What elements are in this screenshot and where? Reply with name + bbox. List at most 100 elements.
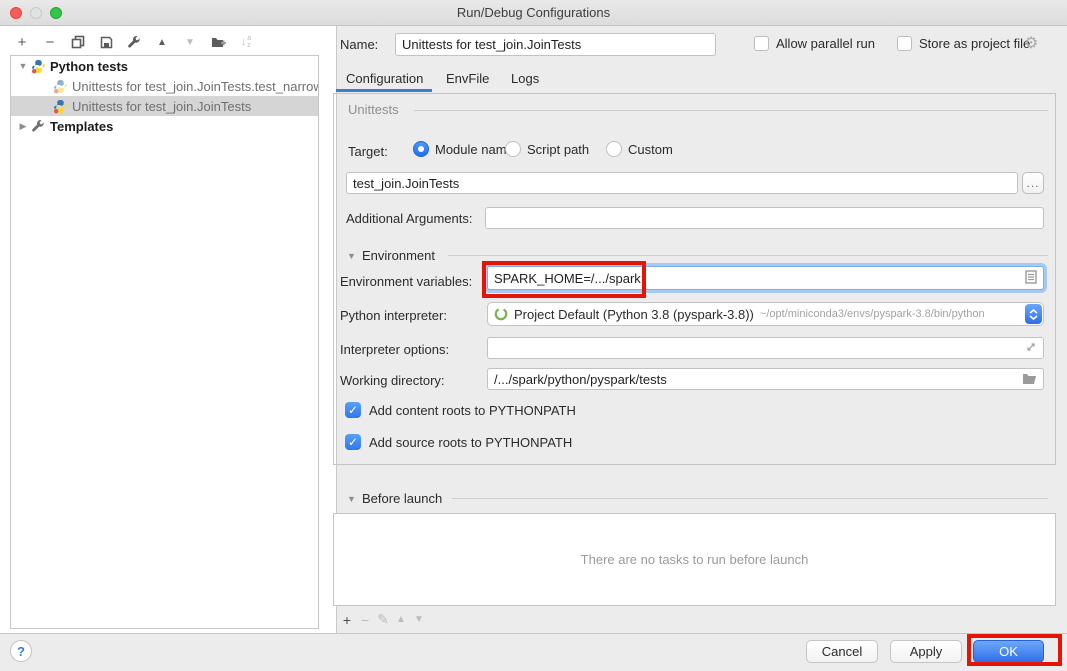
python-interpreter-select[interactable]: Project Default (Python 3.8 (pyspark-3.8…: [487, 302, 1044, 326]
python-interpreter-value: Project Default (Python 3.8 (pyspark-3.8…: [514, 307, 754, 322]
allow-parallel-run-label: Allow parallel run: [776, 36, 875, 51]
save-configuration-icon[interactable]: [92, 32, 120, 52]
configurations-tree: ▼ Python tests Unittests for test_join.J…: [10, 55, 319, 629]
move-task-down-icon[interactable]: ▼: [410, 614, 428, 625]
add-source-roots-checkbox[interactable]: ✓ Add source roots to PYTHONPATH: [345, 434, 572, 450]
move-task-up-icon[interactable]: ▲: [392, 614, 410, 625]
allow-parallel-run-checkbox[interactable]: Allow parallel run: [754, 36, 875, 51]
section-divider: [448, 255, 1048, 256]
environment-section-header[interactable]: Environment: [362, 248, 435, 263]
radio-unselected-icon[interactable]: [505, 141, 521, 157]
tab-logs[interactable]: Logs: [511, 71, 539, 86]
interpreter-options-input[interactable]: [487, 337, 1044, 359]
cancel-button[interactable]: Cancel: [806, 640, 878, 663]
ok-label: OK: [999, 644, 1018, 659]
close-window-button[interactable]: [10, 7, 22, 19]
expand-field-icon[interactable]: [1025, 341, 1037, 356]
before-launch-section-header[interactable]: Before launch: [362, 491, 442, 506]
folder-browse-icon[interactable]: [1022, 372, 1037, 387]
tree-item-label: Python tests: [50, 59, 128, 74]
target-value: test_join.JoinTests: [353, 176, 459, 191]
question-mark-icon: ?: [17, 644, 25, 659]
target-radio-module-name[interactable]: Module name: [413, 141, 514, 157]
apply-label: Apply: [910, 644, 943, 659]
dropdown-spinner-icon[interactable]: [1025, 304, 1042, 324]
store-options-gear-icon[interactable]: ⚙: [1024, 33, 1038, 53]
target-radio-custom[interactable]: Custom: [606, 141, 673, 157]
before-launch-task-list[interactable]: There are no tasks to run before launch: [333, 513, 1056, 606]
additional-arguments-input[interactable]: [485, 207, 1044, 229]
store-as-project-file-checkbox[interactable]: Store as project file: [897, 36, 1030, 51]
apply-button[interactable]: Apply: [890, 640, 962, 663]
unittests-section-header: Unittests: [348, 102, 399, 117]
move-up-icon[interactable]: ▲: [148, 32, 176, 52]
wrench-icon: [31, 119, 46, 134]
tree-item-label: Unittests for test_join.JoinTests: [72, 99, 251, 114]
disclosure-collapsed-icon[interactable]: ▶: [17, 121, 29, 132]
tab-configuration[interactable]: Configuration: [346, 71, 423, 86]
help-button[interactable]: ?: [10, 640, 32, 662]
active-tab-underline: [336, 89, 432, 92]
target-input[interactable]: test_join.JoinTests: [346, 172, 1018, 194]
disclosure-expanded-icon[interactable]: ▼: [17, 61, 29, 71]
name-value: Unittests for test_join.JoinTests: [402, 37, 581, 52]
ok-button[interactable]: OK: [973, 640, 1044, 663]
zoom-window-button[interactable]: [50, 7, 62, 19]
before-launch-empty-text: There are no tasks to run before launch: [581, 552, 809, 567]
before-launch-toolbar: + − ✎ ▲ ▼: [338, 611, 428, 628]
move-down-icon[interactable]: ▼: [176, 32, 204, 52]
checkbox-checked-icon[interactable]: ✓: [345, 402, 361, 418]
add-content-roots-label: Add content roots to PYTHONPATH: [369, 403, 576, 418]
ellipsis-icon: ...: [1026, 176, 1039, 190]
environment-collapse-icon[interactable]: ▼: [347, 251, 356, 261]
browse-target-button[interactable]: ...: [1022, 172, 1044, 194]
working-directory-input[interactable]: /.../spark/python/pyspark/tests: [487, 368, 1044, 390]
environment-variables-label: Environment variables:: [340, 274, 472, 289]
add-configuration-icon[interactable]: +: [8, 32, 36, 52]
edit-templates-icon[interactable]: [120, 32, 148, 52]
edit-variables-icon[interactable]: [1025, 270, 1037, 287]
target-radio-script-path[interactable]: Script path: [505, 141, 589, 157]
python-interpreter-path: ~/opt/miniconda3/envs/pyspark-3.8/bin/py…: [760, 308, 985, 320]
working-directory-label: Working directory:: [340, 373, 445, 388]
sort-configurations-icon[interactable]: ↓ az: [232, 32, 260, 52]
section-divider: [414, 110, 1048, 111]
configurations-sidebar: + − ▲ ▼ ↓ az ▼ Python tests: [0, 26, 337, 633]
minimize-window-button[interactable]: [30, 7, 42, 19]
new-folder-icon[interactable]: [204, 32, 232, 52]
tab-envfile[interactable]: EnvFile: [446, 71, 489, 86]
add-content-roots-checkbox[interactable]: ✓ Add content roots to PYTHONPATH: [345, 402, 576, 418]
before-launch-collapse-icon[interactable]: ▼: [347, 494, 356, 504]
checkbox-unchecked-icon[interactable]: [897, 36, 912, 51]
checkbox-unchecked-icon[interactable]: [754, 36, 769, 51]
store-as-project-file-label: Store as project file: [919, 36, 1030, 51]
additional-arguments-label: Additional Arguments:: [346, 211, 472, 226]
module-name-label: Module name: [435, 142, 514, 157]
copy-configuration-icon[interactable]: [64, 32, 92, 52]
checkbox-checked-icon[interactable]: ✓: [345, 434, 361, 450]
radio-unselected-icon[interactable]: [606, 141, 622, 157]
python-test-icon: [53, 99, 68, 114]
name-label: Name:: [340, 37, 378, 52]
window-title: Run/Debug Configurations: [0, 0, 1067, 25]
environment-variables-input[interactable]: SPARK_HOME=/.../spark: [487, 266, 1044, 290]
cancel-label: Cancel: [822, 644, 862, 659]
tree-item-templates[interactable]: ▶ Templates: [11, 116, 318, 136]
tree-item-label: Templates: [50, 119, 113, 134]
section-divider: [452, 498, 1048, 499]
edit-task-icon[interactable]: ✎: [374, 611, 392, 628]
target-label: Target:: [348, 144, 388, 159]
python-test-icon: [53, 79, 68, 94]
add-task-icon[interactable]: +: [338, 612, 356, 628]
remove-task-icon[interactable]: −: [356, 612, 374, 628]
tree-item-python-tests[interactable]: ▼ Python tests: [11, 56, 318, 76]
python-icon: [31, 59, 46, 74]
tree-item-unittests-narrow[interactable]: Unittests for test_join.JoinTests.test_n…: [11, 76, 318, 96]
name-input[interactable]: Unittests for test_join.JoinTests: [395, 33, 716, 56]
tree-item-unittests-jointests-selected[interactable]: Unittests for test_join.JoinTests: [11, 96, 318, 116]
working-directory-value: /.../spark/python/pyspark/tests: [494, 372, 667, 387]
footer-divider: [0, 633, 1067, 634]
remove-configuration-icon[interactable]: −: [36, 32, 64, 52]
run-debug-configurations-dialog: { "window": { "title": "Run/Debug Config…: [0, 0, 1067, 671]
radio-selected-icon[interactable]: [413, 141, 429, 157]
